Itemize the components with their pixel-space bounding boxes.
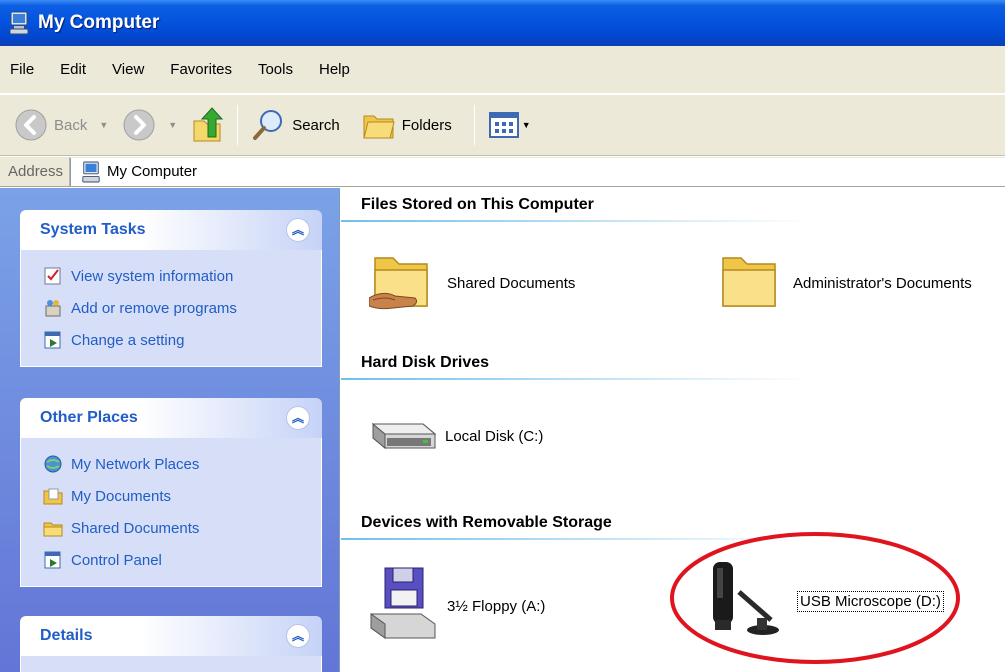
item-label: 3½ Floppy (A:): [447, 597, 546, 615]
forward-button[interactable]: [118, 103, 160, 147]
shared-folder-icon: [43, 522, 63, 537]
address-label: Address: [0, 157, 71, 186]
group-divider: [341, 378, 811, 380]
other-places-header[interactable]: Other Places ︽: [20, 398, 322, 438]
back-arrow-icon: [15, 109, 47, 141]
view-system-information-link[interactable]: View system information: [43, 260, 309, 292]
shared-documents-link[interactable]: Shared Documents: [43, 512, 309, 544]
toolbar-separator: [237, 105, 239, 145]
folder-icon: [722, 257, 776, 307]
group-divider: [341, 220, 811, 222]
address-input[interactable]: My Computer: [70, 157, 1005, 186]
menu-bar: File Edit View Favorites Tools Help: [0, 46, 1005, 94]
group-header-hard-disk-drives: Hard Disk Drives: [361, 354, 490, 371]
collapse-chevron-icon[interactable]: ︽: [286, 624, 310, 648]
my-computer-icon: [9, 11, 29, 35]
item-label: Shared Documents: [447, 274, 576, 292]
item-label: USB Microscope (D:): [797, 590, 944, 612]
group-header-files-stored: Files Stored on This Computer: [361, 196, 594, 213]
link-label: My Network Places: [71, 455, 200, 473]
menu-edit[interactable]: Edit: [47, 61, 99, 78]
search-icon: [253, 110, 283, 140]
link-label: Add or remove programs: [71, 299, 237, 317]
window-title: My Computer: [38, 12, 160, 33]
control-panel-icon: [44, 551, 61, 569]
address-bar: Address My Computer: [0, 157, 1005, 187]
folders-button-label: Folders: [401, 116, 452, 134]
address-value: My Computer: [107, 163, 198, 180]
control-panel-link[interactable]: Control Panel: [43, 544, 309, 576]
link-label: View system information: [71, 267, 234, 285]
other-places-body: My Network Places My Documents Shared Do…: [20, 438, 322, 587]
toolbar: Back ▼ ▼ Search Folders ▼: [0, 94, 1005, 156]
file-list-view: Files Stored on This Computer Shared Doc…: [341, 188, 1005, 672]
shared-documents-item[interactable]: Shared Documents: [369, 250, 575, 316]
up-button[interactable]: [187, 103, 227, 147]
folder-up-icon: [193, 107, 224, 142]
change-a-setting-link[interactable]: Change a setting: [43, 324, 309, 356]
usb-microscope-icon: [713, 562, 779, 635]
task-pane: System Tasks ︽ View system information A…: [0, 188, 340, 672]
other-places-title: Other Places: [40, 409, 138, 426]
details-body: [20, 656, 322, 672]
collapse-chevron-icon[interactable]: ︽: [286, 406, 310, 430]
system-tasks-body: View system information Add or remove pr…: [20, 250, 322, 367]
details-title: Details: [40, 627, 93, 644]
my-documents-link[interactable]: My Documents: [43, 480, 309, 512]
my-network-places-link[interactable]: My Network Places: [43, 448, 309, 480]
forward-arrow-icon: [123, 109, 155, 141]
add-remove-programs-link[interactable]: Add or remove programs: [43, 292, 309, 324]
control-panel-icon: [44, 331, 61, 349]
system-tasks-header[interactable]: System Tasks ︽: [20, 210, 322, 250]
back-button-label: Back: [54, 116, 88, 134]
collapse-chevron-icon[interactable]: ︽: [286, 218, 310, 242]
menu-help[interactable]: Help: [306, 61, 363, 78]
back-button[interactable]: Back: [10, 103, 91, 147]
link-label: Control Panel: [71, 551, 162, 569]
views-icon: [488, 112, 519, 138]
details-panel: Details ︽: [20, 616, 322, 672]
my-documents-icon: [43, 488, 63, 505]
views-dropdown-icon[interactable]: ▼: [522, 120, 531, 130]
group-header-removable-storage: Devices with Removable Storage: [361, 514, 612, 531]
folders-button[interactable]: Folders: [358, 103, 456, 147]
link-label: Change a setting: [71, 331, 185, 349]
add-remove-programs-icon: [45, 300, 61, 317]
menu-view[interactable]: View: [99, 61, 157, 78]
search-button[interactable]: Search: [248, 103, 344, 147]
item-label: Local Disk (C:): [445, 427, 544, 445]
menu-favorites[interactable]: Favorites: [157, 61, 245, 78]
usb-microscope-d-item[interactable]: USB Microscope (D:): [699, 558, 944, 644]
administrators-documents-item[interactable]: Administrator's Documents: [719, 250, 972, 316]
forward-dropdown-icon[interactable]: ▼: [168, 120, 177, 130]
system-tasks-title: System Tasks: [40, 221, 146, 238]
hard-disk-icon: [371, 422, 437, 450]
other-places-panel: Other Places ︽ My Network Places My Docu…: [20, 398, 322, 587]
network-places-icon: [44, 455, 62, 473]
toolbar-separator: [473, 105, 475, 145]
link-label: My Documents: [71, 487, 172, 505]
menu-tools[interactable]: Tools: [245, 61, 306, 78]
my-computer-icon: [82, 161, 100, 182]
shared-folder-icon: [369, 257, 428, 310]
search-button-label: Search: [292, 116, 340, 134]
system-info-icon: [44, 267, 61, 285]
folders-icon: [363, 115, 395, 139]
menu-file[interactable]: File: [4, 61, 47, 78]
item-label: Administrator's Documents: [793, 274, 972, 292]
local-disk-c-item[interactable]: Local Disk (C:): [365, 410, 543, 462]
title-bar[interactable]: My Computer: [0, 0, 1005, 46]
back-dropdown-icon[interactable]: ▼: [99, 120, 108, 130]
details-header[interactable]: Details ︽: [20, 616, 322, 656]
system-tasks-panel: System Tasks ︽ View system information A…: [20, 210, 322, 367]
floppy-drive-icon: [370, 567, 436, 639]
floppy-a-item[interactable]: 3½ Floppy (A:): [367, 566, 545, 646]
views-button[interactable]: ▼: [485, 103, 535, 147]
link-label: Shared Documents: [71, 519, 200, 537]
